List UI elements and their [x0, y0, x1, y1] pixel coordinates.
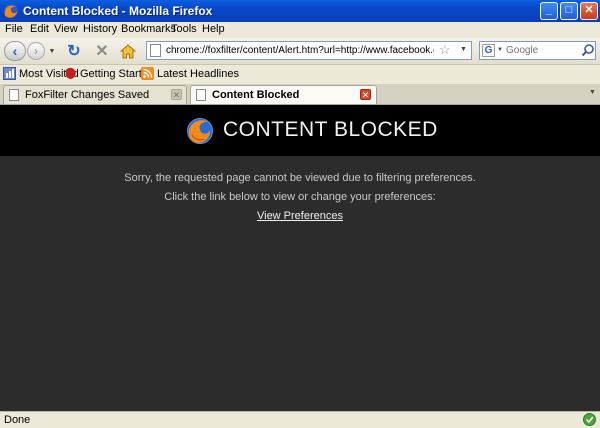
- status-text: Done: [4, 414, 31, 426]
- instruction-message: Click the link below to view or change y…: [164, 191, 436, 203]
- forward-button[interactable]: ›: [27, 42, 45, 60]
- chevron-down-icon: ▼: [48, 47, 56, 55]
- minimize-button[interactable]: _: [540, 2, 558, 20]
- tab-content-blocked[interactable]: Content Blocked ✕: [190, 85, 377, 104]
- stop-button[interactable]: ✕: [92, 42, 112, 60]
- page-icon: [150, 44, 161, 57]
- rss-feed-icon: [141, 67, 154, 80]
- page-icon: [196, 89, 206, 101]
- reload-button[interactable]: ↻: [64, 42, 84, 60]
- firefox-icon: [4, 4, 18, 18]
- menu-history[interactable]: History: [83, 23, 117, 35]
- bookmark-star-icon[interactable]: ☆: [439, 42, 451, 58]
- tab-foxfilter-changes-saved[interactable]: FoxFilter Changes Saved ✕: [3, 85, 187, 104]
- menu-bar: File Edit View History Bookmarks Tools H…: [0, 22, 600, 38]
- tab-strip: FoxFilter Changes Saved ✕ Content Blocke…: [0, 84, 600, 105]
- most-visited-icon: [3, 67, 16, 80]
- home-icon: [120, 43, 136, 58]
- search-bar: G ▼: [479, 41, 596, 60]
- google-icon[interactable]: G: [482, 44, 495, 57]
- url-input[interactable]: [166, 43, 434, 58]
- back-arrow-icon: ‹: [12, 43, 18, 59]
- firefox-logo-icon: [187, 118, 213, 144]
- tab-label: FoxFilter Changes Saved: [25, 89, 150, 101]
- back-button[interactable]: ‹: [4, 41, 26, 61]
- blocked-banner: CONTENT BLOCKED: [0, 105, 600, 156]
- search-input[interactable]: [506, 43, 576, 58]
- close-tab-icon[interactable]: ✕: [360, 89, 371, 100]
- window-title: Content Blocked - Mozilla Firefox: [23, 4, 213, 18]
- page-icon: [9, 89, 19, 101]
- stop-icon: ✕: [95, 43, 109, 60]
- tab-list-dropdown-icon[interactable]: ▼: [589, 89, 596, 96]
- close-tab-icon[interactable]: ✕: [171, 89, 182, 100]
- getting-started-icon: [65, 67, 76, 79]
- maximize-button[interactable]: □: [560, 2, 578, 20]
- blocked-message: Sorry, the requested page cannot be view…: [124, 172, 476, 184]
- search-engine-dropdown-icon[interactable]: ▼: [497, 47, 503, 53]
- menu-file[interactable]: File: [5, 23, 23, 35]
- address-bar: ☆ ▼: [146, 41, 472, 60]
- bookmarks-toolbar: Most Visited Getting Started Latest Head…: [0, 65, 600, 83]
- bookmark-latest-headlines[interactable]: Latest Headlines: [141, 67, 239, 80]
- forward-arrow-icon: ›: [34, 44, 38, 58]
- page-content: CONTENT BLOCKED Sorry, the requested pag…: [0, 105, 600, 411]
- history-dropdown-button[interactable]: ▼: [47, 46, 57, 56]
- menu-view[interactable]: View: [54, 23, 78, 35]
- view-preferences-link[interactable]: View Preferences: [257, 210, 343, 222]
- view-preferences-row: View Preferences: [0, 210, 600, 222]
- bookmark-label: Latest Headlines: [157, 67, 239, 80]
- page-heading: CONTENT BLOCKED: [223, 118, 438, 141]
- home-button[interactable]: [118, 42, 138, 60]
- menu-tools[interactable]: Tools: [171, 23, 197, 35]
- reload-icon: ↻: [67, 43, 81, 60]
- menu-bookmarks[interactable]: Bookmarks: [121, 23, 176, 35]
- close-window-button[interactable]: ✕: [580, 2, 598, 20]
- menu-edit[interactable]: Edit: [30, 23, 49, 35]
- checkmark-icon: [583, 413, 596, 426]
- tab-label: Content Blocked: [212, 89, 300, 101]
- status-bar: Done: [0, 411, 600, 428]
- search-icon[interactable]: [581, 43, 595, 57]
- url-dropdown-icon[interactable]: ▼: [460, 46, 467, 53]
- menu-help[interactable]: Help: [202, 23, 225, 35]
- title-bar: Content Blocked - Mozilla Firefox _ □ ✕: [0, 0, 600, 22]
